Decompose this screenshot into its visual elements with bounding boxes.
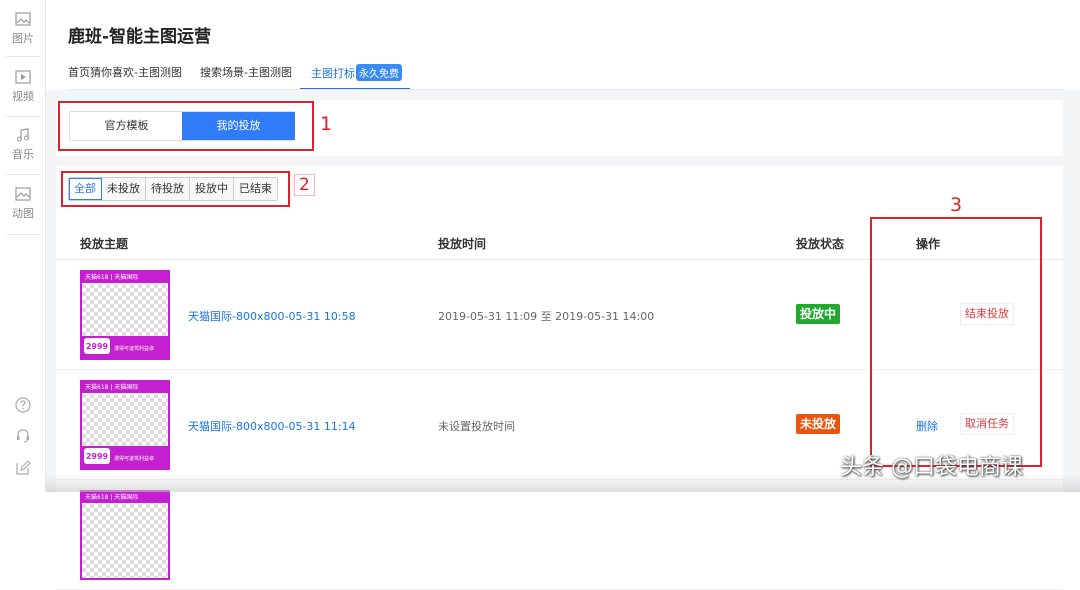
status-badge: 未投放	[796, 414, 841, 434]
sidebar-divider	[6, 174, 40, 175]
tab-search-test[interactable]: 搜索场景-主图测图	[200, 64, 292, 80]
column-header-theme: 投放主题	[80, 237, 129, 251]
sidebar-divider	[6, 116, 40, 117]
thumbnail-top-banner: 天猫618 | 天猫国际	[82, 382, 168, 393]
help-button[interactable]	[0, 397, 46, 417]
column-header-time: 投放时间	[438, 237, 487, 251]
sidebar-item-gif[interactable]: 动图	[0, 187, 46, 221]
tab-homepage-test[interactable]: 首页猜你喜欢-主图测图	[68, 64, 182, 80]
campaign-title-link[interactable]: 天猫国际-800x800-05-31 11:14	[188, 418, 356, 434]
edit-icon	[16, 460, 31, 475]
annotation-number-1: 1	[320, 113, 333, 135]
annotation-box-3	[870, 217, 1042, 467]
watermark-text: 头条 @口袋电商课	[840, 455, 1023, 480]
sidebar-item-video[interactable]: 视频	[0, 70, 46, 104]
annotation-box-2	[61, 171, 290, 207]
thumbnail-price: 2999	[84, 338, 110, 354]
thumbnail-promo-text: 漫得可凌驾利益卓	[114, 456, 155, 462]
annotation-box-1	[58, 101, 314, 151]
left-sidebar: 图片 视频 音乐 动图	[0, 0, 46, 492]
campaign-time: 未设置投放时间	[438, 420, 515, 433]
sidebar-item-label: 视频	[12, 90, 34, 103]
annotation-number-2: 2	[294, 174, 315, 196]
gif-icon	[15, 187, 31, 201]
table-row: 天猫618 | 天猫国际	[56, 480, 1063, 590]
image-icon	[15, 12, 31, 26]
thumbnail-promo-text: 漫得可凌驾利益卓	[114, 346, 155, 352]
sidebar-divider	[6, 234, 40, 235]
free-badge: 永久免费	[356, 64, 402, 81]
column-header-status: 投放状态	[796, 237, 845, 251]
headset-icon	[17, 429, 29, 443]
sidebar-divider	[6, 56, 40, 57]
thumbnail-bottom-banner: 2999 漫得可凌驾利益卓	[82, 336, 168, 358]
campaign-time: 2019-05-31 11:09 至 2019-05-31 14:00	[438, 310, 655, 323]
campaign-title-link[interactable]: 天猫国际-800x800-05-31 10:58	[188, 308, 356, 324]
sidebar-item-label: 音乐	[12, 148, 34, 161]
thumbnail-top-banner: 天猫618 | 天猫国际	[82, 492, 168, 503]
tab-label: 主图打标	[311, 67, 355, 80]
sidebar-item-label: 图片	[12, 32, 34, 45]
thumbnail-price: 2999	[84, 448, 110, 464]
campaign-thumbnail[interactable]: 天猫618 | 天猫国际 2999 漫得可凌驾利益卓	[80, 270, 170, 360]
support-button[interactable]	[0, 428, 46, 448]
sidebar-item-label: 动图	[12, 207, 34, 220]
video-icon	[15, 70, 31, 84]
help-icon	[15, 397, 31, 413]
campaign-thumbnail[interactable]: 天猫618 | 天猫国际	[80, 490, 170, 580]
page-title: 鹿班-智能主图运营	[68, 27, 212, 47]
thumbnail-bottom-banner: 2999 漫得可凌驾利益卓	[82, 446, 168, 468]
tab-main-image-tagging[interactable]: 主图打标 永久免费	[311, 64, 402, 81]
main-content: 鹿班-智能主图运营 首页猜你喜欢-主图测图 搜索场景-主图测图 主图打标 永久免费…	[46, 0, 1080, 590]
feedback-button[interactable]	[0, 460, 46, 480]
campaign-thumbnail[interactable]: 天猫618 | 天猫国际 2999 漫得可凌驾利益卓	[80, 380, 170, 470]
annotation-number-3: 3	[950, 194, 963, 216]
thumbnail-top-banner: 天猫618 | 天猫国际	[82, 272, 168, 283]
sidebar-item-music[interactable]: 音乐	[0, 128, 46, 162]
music-icon	[17, 128, 29, 142]
status-badge: 投放中	[796, 304, 841, 324]
sidebar-item-image[interactable]: 图片	[0, 12, 46, 46]
